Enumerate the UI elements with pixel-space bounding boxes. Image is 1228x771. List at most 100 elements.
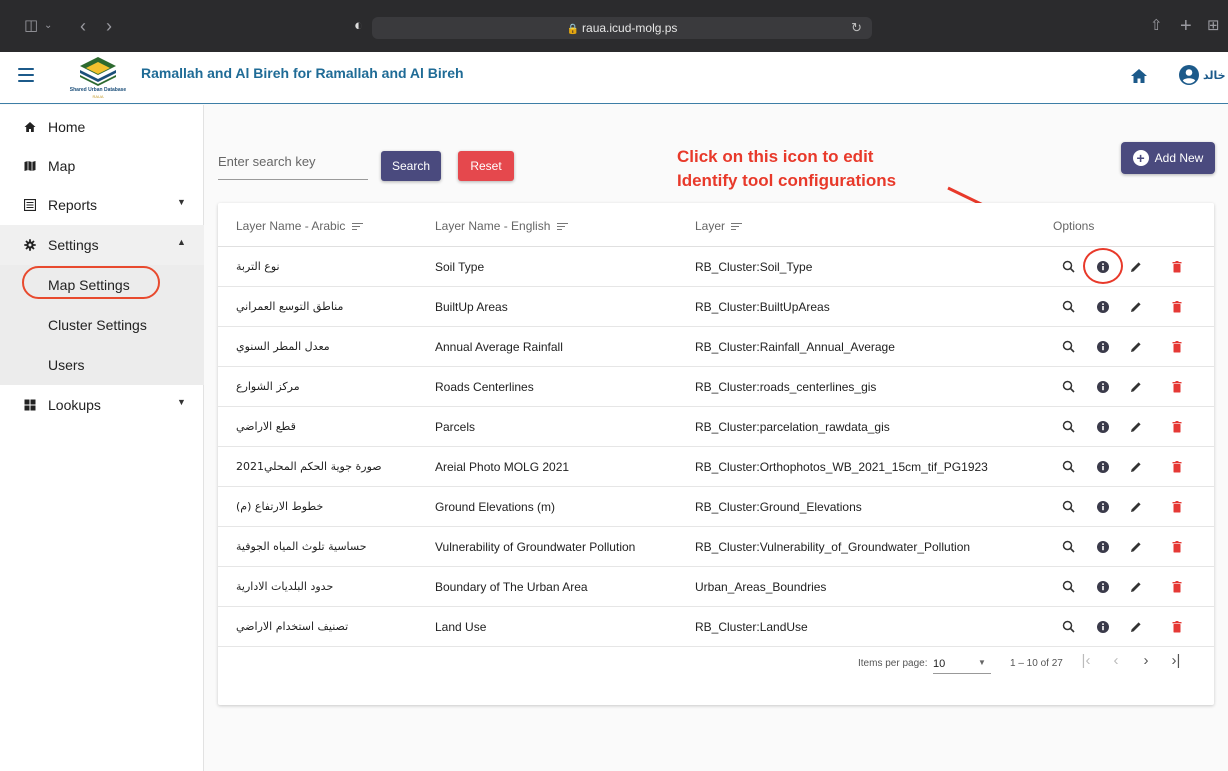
reload-icon[interactable]: ↻ — [851, 17, 862, 39]
sidebar-item-reports[interactable]: Reports ▼ — [0, 185, 204, 225]
search-icon[interactable] — [1060, 338, 1078, 356]
search-icon[interactable] — [1060, 258, 1078, 276]
sidebar-item-lookups[interactable]: Lookups ▼ — [0, 385, 204, 425]
delete-icon[interactable] — [1168, 618, 1186, 636]
info-icon[interactable] — [1094, 578, 1112, 596]
info-icon[interactable] — [1094, 418, 1112, 436]
paginator: Items per page: 10 ▼ 1 – 10 of 27 |‹ ‹ ›… — [218, 644, 1214, 704]
delete-icon[interactable] — [1168, 338, 1186, 356]
reset-button[interactable]: Reset — [458, 151, 514, 181]
table-header: Layer Name - Arabic Layer Name - English… — [218, 203, 1214, 247]
plus-icon: + — [1132, 150, 1149, 166]
account-icon[interactable] — [1178, 64, 1200, 86]
edit-icon[interactable] — [1127, 298, 1145, 316]
edit-icon[interactable] — [1127, 538, 1145, 556]
share-icon[interactable]: ⇧ — [1150, 0, 1163, 52]
edit-icon[interactable] — [1127, 258, 1145, 276]
cell-arabic-name: مناطق التوسع العمراني — [236, 300, 344, 313]
edit-icon[interactable] — [1127, 458, 1145, 476]
info-icon[interactable] — [1094, 498, 1112, 516]
delete-icon[interactable] — [1168, 298, 1186, 316]
info-icon[interactable] — [1094, 618, 1112, 636]
edit-icon[interactable] — [1127, 418, 1145, 436]
sort-icon — [351, 221, 363, 232]
search-icon[interactable] — [1060, 458, 1078, 476]
search-button[interactable]: Search — [381, 151, 441, 181]
new-tab-icon[interactable]: + — [1180, 0, 1192, 52]
cell-layer: Urban_Areas_Boundries — [695, 580, 827, 594]
sidebar-item-cluster-settings[interactable]: Cluster Settings — [0, 305, 204, 345]
delete-icon[interactable] — [1168, 258, 1186, 276]
table-row: حساسية تلوث المياه الجوفية Vulnerability … — [218, 527, 1214, 567]
browser-chrome: ◫ ⌄ ‹ › ◐ 🔒 raua.icud-molg.ps ↻ ⇧ + ⊞ — [0, 0, 1228, 52]
tab-overview-icon[interactable]: ⊞ — [1207, 0, 1220, 52]
annotation-line: Identify tool configurations — [677, 171, 897, 190]
search-icon[interactable] — [1060, 498, 1078, 516]
reports-icon — [24, 199, 36, 211]
column-header-label: Layer Name - Arabic — [236, 219, 346, 233]
search-icon[interactable] — [1060, 618, 1078, 636]
search-icon[interactable] — [1060, 538, 1078, 556]
edit-icon[interactable] — [1127, 578, 1145, 596]
info-icon[interactable] — [1094, 538, 1112, 556]
shield-icon[interactable]: ◐ — [354, 0, 363, 52]
search-icon[interactable] — [1060, 578, 1078, 596]
edit-icon[interactable] — [1127, 338, 1145, 356]
info-icon[interactable] — [1094, 298, 1112, 316]
delete-icon[interactable] — [1168, 418, 1186, 436]
first-page-icon[interactable]: |‹ — [1078, 652, 1094, 669]
map-icon — [24, 161, 36, 171]
table-row: مركز الشوارع Roads Centerlines RB_Cluster:… — [218, 367, 1214, 407]
back-icon[interactable]: ‹ — [80, 0, 86, 52]
search-input[interactable] — [218, 146, 368, 176]
user-name[interactable]: خالد — [1203, 69, 1226, 82]
delete-icon[interactable] — [1168, 498, 1186, 516]
info-icon[interactable] — [1094, 338, 1112, 356]
delete-icon[interactable] — [1168, 578, 1186, 596]
sidebar-item-settings[interactable]: Settings ▲ — [0, 225, 204, 265]
items-per-page-select[interactable]: 10 ▼ — [933, 654, 991, 674]
previous-page-icon[interactable]: ‹ — [1108, 652, 1124, 669]
last-page-icon[interactable]: ›| — [1168, 652, 1184, 669]
next-page-icon[interactable]: › — [1138, 652, 1154, 669]
cell-english-name: Soil Type — [435, 260, 485, 274]
edit-icon[interactable] — [1127, 618, 1145, 636]
home-icon[interactable] — [1129, 66, 1149, 86]
sidebar-item-users[interactable]: Users — [0, 345, 204, 385]
delete-icon[interactable] — [1168, 378, 1186, 396]
cell-english-name: BuiltUp Areas — [435, 300, 508, 314]
delete-icon[interactable] — [1168, 538, 1186, 556]
sidebar-item-home[interactable]: Home — [0, 107, 204, 147]
search-icon[interactable] — [1060, 378, 1078, 396]
chevron-down-icon[interactable]: ⌄ — [44, 0, 52, 52]
search-icon[interactable] — [1060, 418, 1078, 436]
column-header-english[interactable]: Layer Name - English — [435, 219, 568, 233]
gear-icon — [24, 239, 36, 251]
info-icon[interactable] — [1094, 458, 1112, 476]
sidebar-item-label: Settings — [48, 237, 99, 253]
search-icon[interactable] — [1060, 298, 1078, 316]
table-row: مناطق التوسع العمراني BuiltUp Areas RB_Clu… — [218, 287, 1214, 327]
info-icon[interactable] — [1094, 378, 1112, 396]
sidebar-toggle-icon[interactable]: ◫ — [24, 0, 38, 52]
delete-icon[interactable] — [1168, 458, 1186, 476]
edit-icon[interactable] — [1127, 498, 1145, 516]
table-row: قطع الاراضي Parcels RB_Cluster:parcelation… — [218, 407, 1214, 447]
column-header-arabic[interactable]: Layer Name - Arabic — [236, 219, 363, 233]
cell-arabic-name: مركز الشوارع — [236, 380, 300, 393]
edit-icon[interactable] — [1127, 378, 1145, 396]
sidebar-item-label: Map — [48, 158, 76, 174]
sidebar-item-map[interactable]: Map — [0, 146, 204, 186]
add-new-button[interactable]: + Add New — [1121, 142, 1215, 174]
cell-english-name: Ground Elevations (m) — [435, 500, 556, 514]
annotation-highlight-info — [1083, 248, 1123, 284]
forward-icon[interactable]: › — [106, 0, 112, 52]
sidebar-item-label: Home — [48, 119, 86, 135]
column-header-layer[interactable]: Layer — [695, 219, 743, 233]
items-per-page-label: Items per page: — [858, 658, 928, 669]
menu-icon[interactable] — [18, 68, 34, 82]
column-header-options: Options — [1053, 219, 1095, 233]
cell-english-name: Areial Photo MOLG 2021 — [435, 460, 570, 474]
address-bar[interactable]: 🔒 raua.icud-molg.ps ↻ — [372, 17, 872, 39]
cell-arabic-name: صورة جوية الحكم المحلي2021 — [236, 460, 382, 473]
